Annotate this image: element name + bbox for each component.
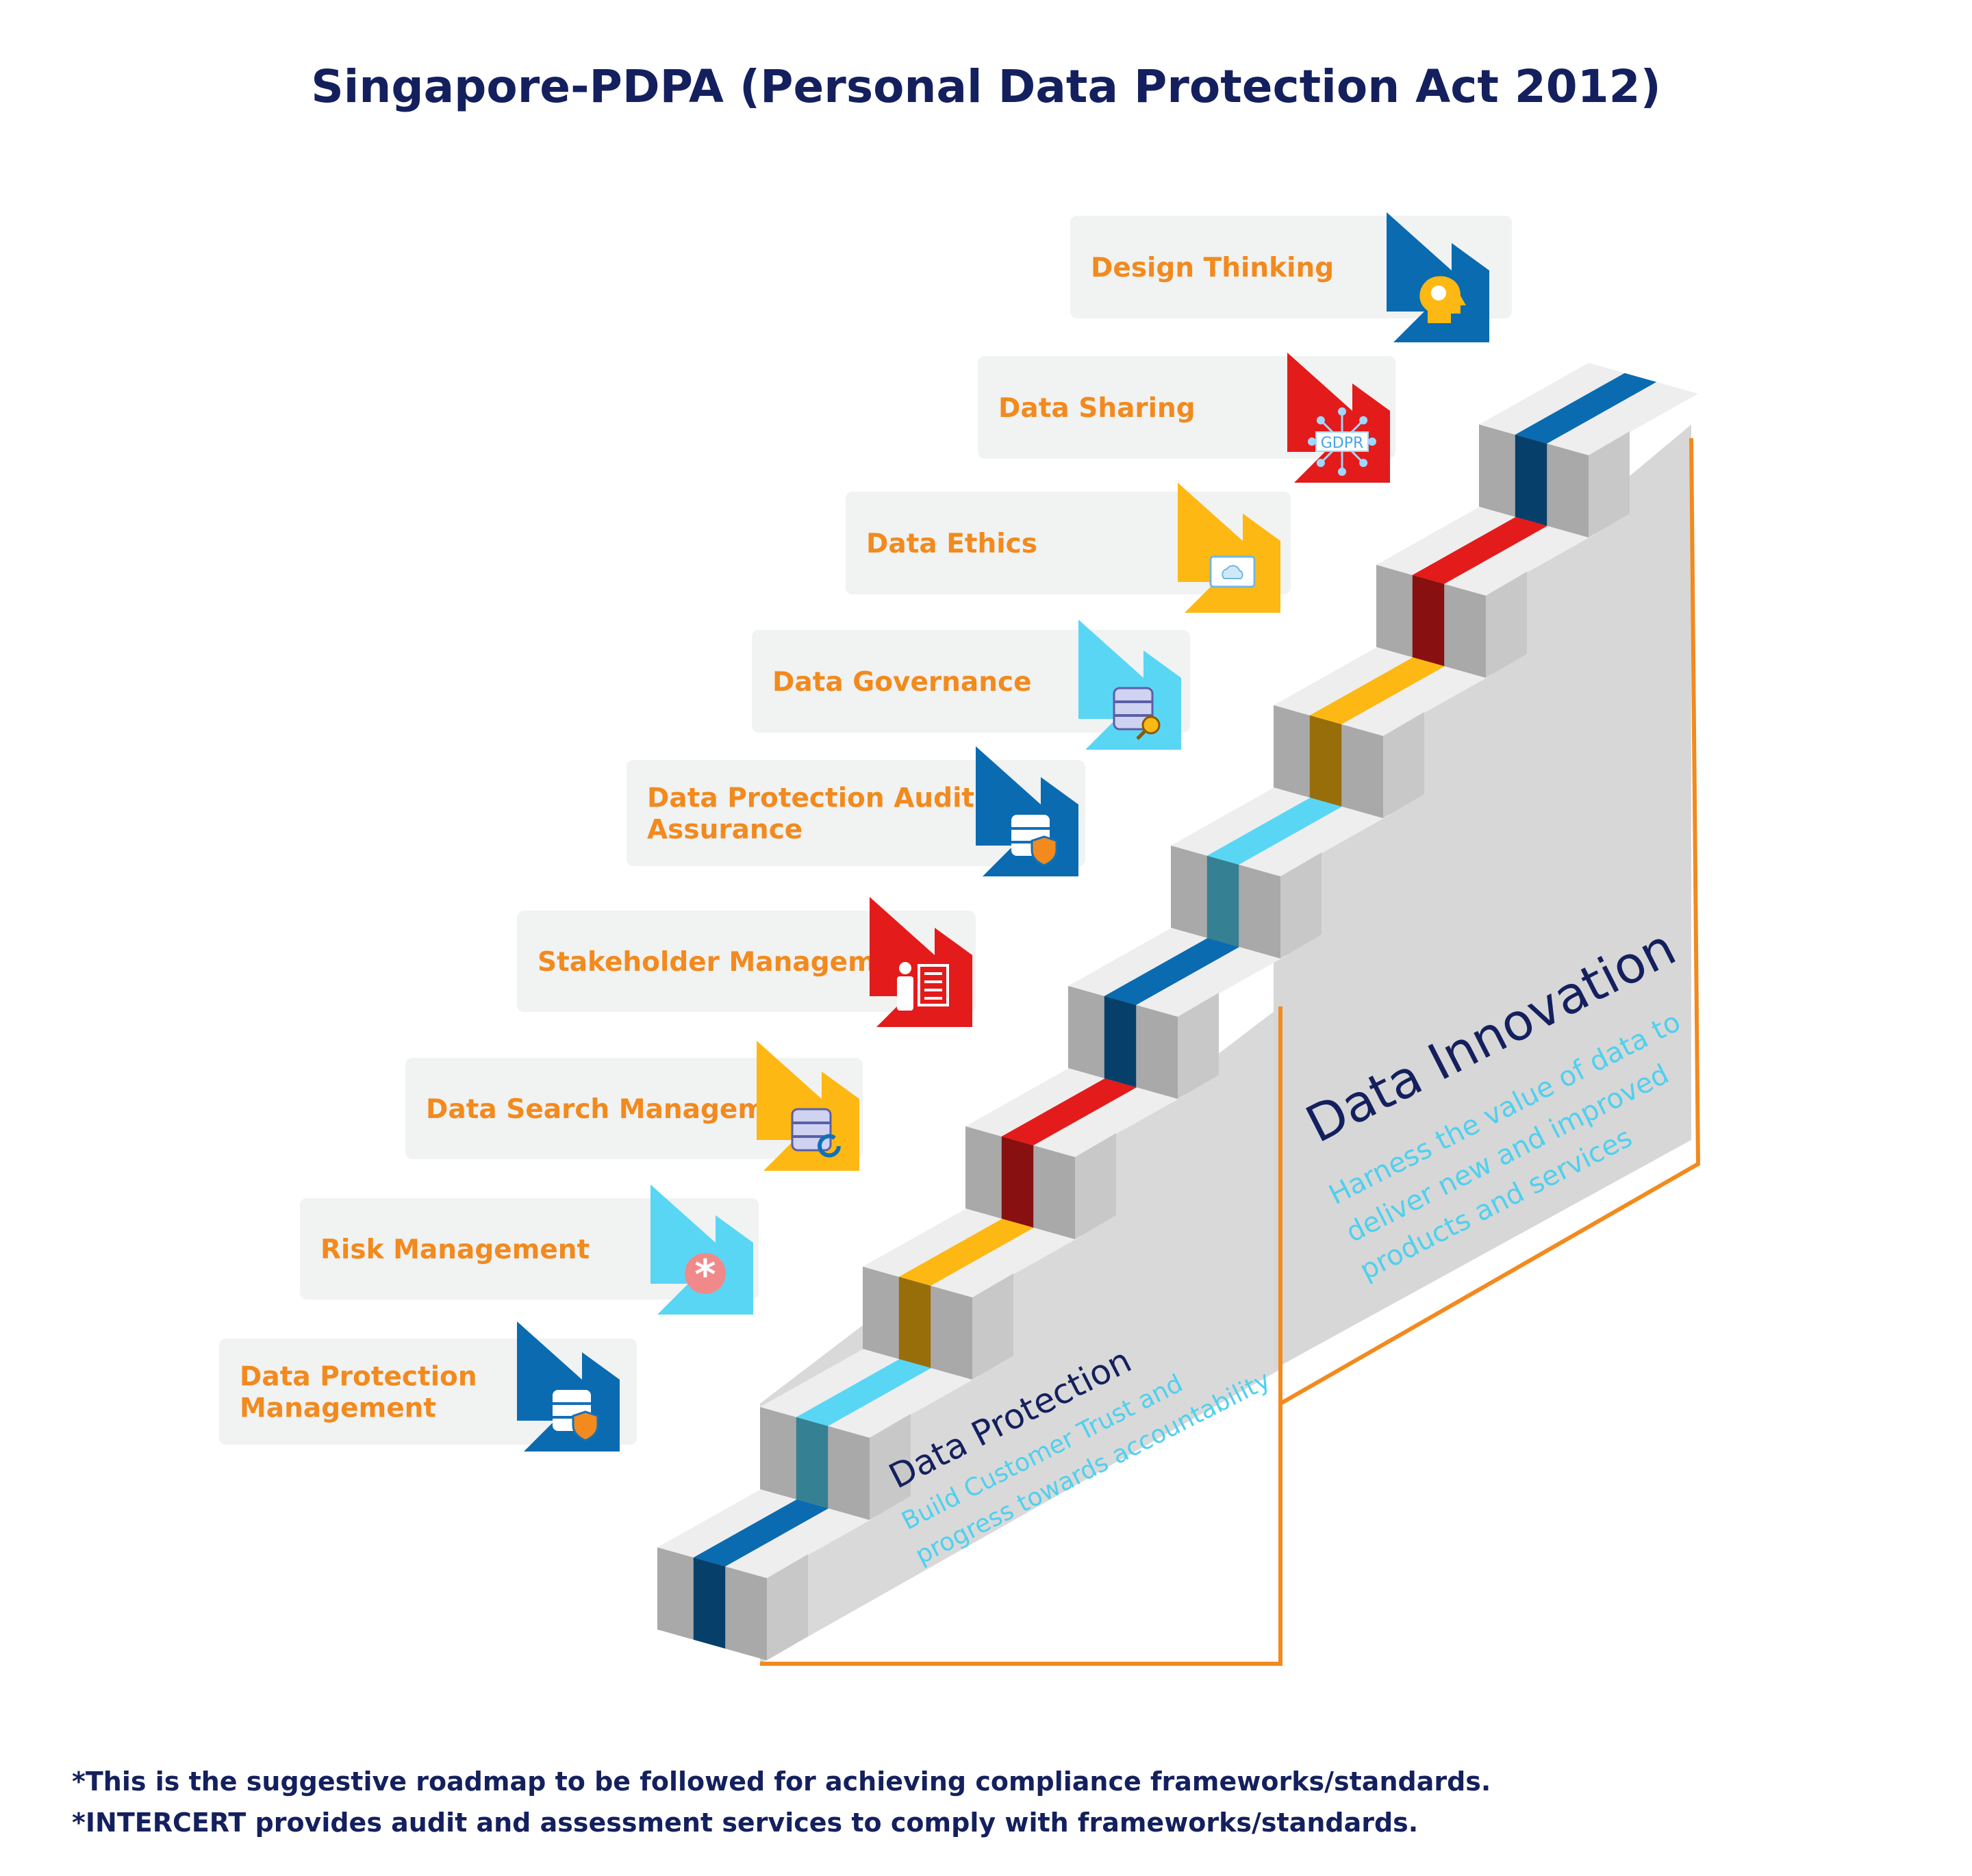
step-label-text: Assurance: [647, 815, 802, 846]
gdpr-network-icon: GDPR: [1308, 407, 1376, 476]
step-label-text: Data Protection Audit &: [647, 783, 1007, 814]
network-node: [1368, 438, 1376, 446]
stair-stripe-front: [898, 1276, 931, 1368]
network-node: [1338, 407, 1346, 416]
cloud-folder-icon: [1209, 555, 1256, 588]
stair-stripe-front: [1001, 1136, 1034, 1228]
stair-stripe-front: [1206, 855, 1239, 947]
staircase-roadmap-diagram: Data ProtectionManagement Risk Management…: [219, 212, 1701, 1666]
stair-stripe-front: [1412, 574, 1445, 666]
gdpr-label: GDPR: [1321, 435, 1364, 452]
step-label-text: Risk Management: [320, 1234, 590, 1265]
step-label-text: Data Sharing: [998, 393, 1196, 424]
presenter-head: [899, 962, 911, 974]
step-label-text: Design Thinking: [1091, 253, 1334, 283]
step-label-text: Data Governance: [772, 667, 1032, 698]
network-node: [1316, 416, 1325, 424]
network-node: [1316, 459, 1325, 468]
step-label-text: Data Protection: [240, 1362, 477, 1393]
database-body: [791, 1108, 832, 1152]
stair-stripe-front: [693, 1557, 726, 1649]
presenter-body: [897, 976, 913, 1011]
step-label-text: Management: [240, 1393, 436, 1424]
footnote-roadmap: *This is the suggestive roadmap to be fo…: [72, 1766, 1491, 1797]
footnote-intercert: *INTERCERT provides audit and assessment…: [72, 1808, 1419, 1838]
network-node: [1359, 416, 1368, 424]
network-node: [1338, 468, 1346, 476]
stair-stripe-front: [796, 1417, 829, 1508]
asterisk-glyph: *: [694, 1251, 716, 1299]
network-node: [1359, 459, 1368, 468]
stair-stripe-front: [1309, 715, 1342, 807]
stair-stripe-front: [1104, 996, 1137, 1087]
network-node: [1308, 438, 1316, 446]
stair-stripe-front: [1515, 434, 1547, 526]
step-label-text: Stakeholder Management: [538, 947, 926, 978]
lightbulb: [1431, 286, 1446, 301]
step-label-text: Data Ethics: [866, 529, 1037, 559]
